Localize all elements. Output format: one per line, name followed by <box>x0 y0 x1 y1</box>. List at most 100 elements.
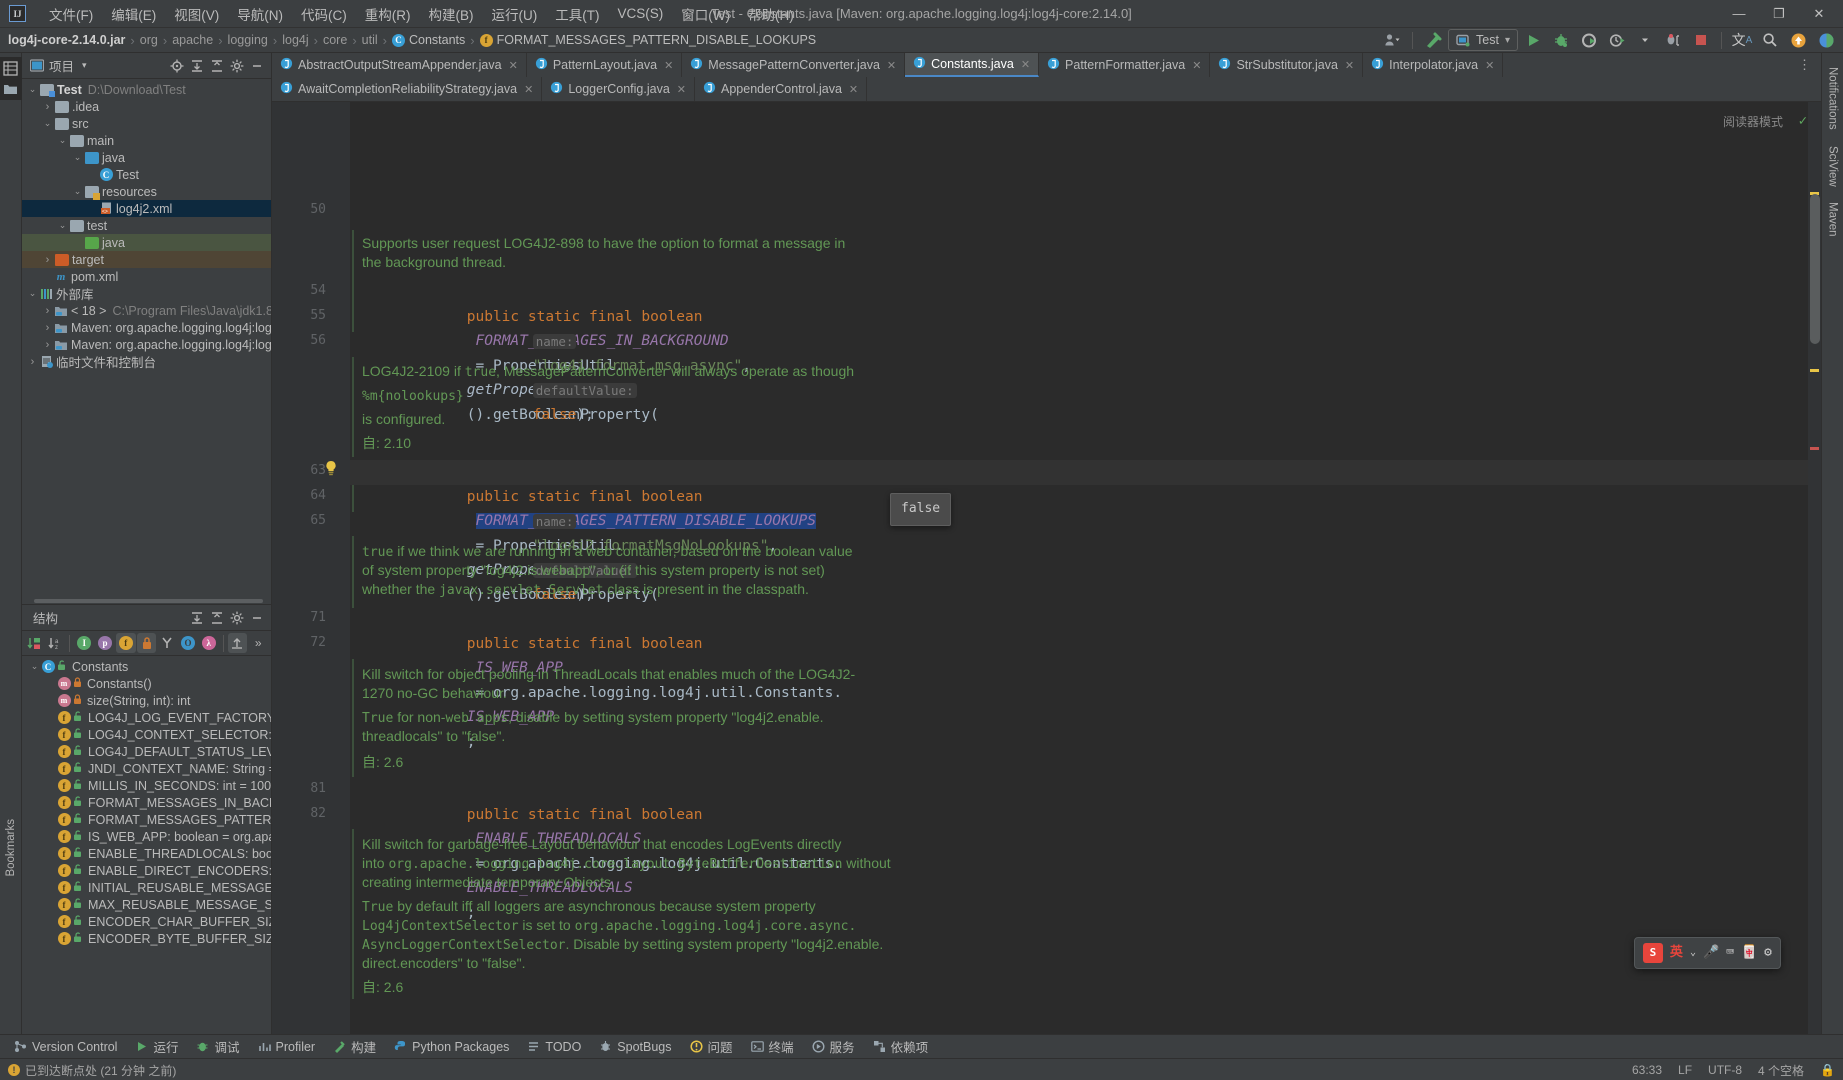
show-non-public-icon[interactable] <box>136 633 157 653</box>
editor-tab[interactable]: Interpolator.java ✕ <box>1363 53 1504 77</box>
chevron-down-icon[interactable]: ⌄ <box>26 288 39 299</box>
structure-tree-row[interactable]: f ENCODER_CHAR_BUFFER_SIZE: int = s <box>22 913 271 930</box>
breadcrumb-org[interactable]: org <box>140 33 158 47</box>
editor-gutter[interactable]: 50 54 55 56 63 64 65 71 72 81 82 <box>272 102 350 1034</box>
update-project-icon[interactable] <box>1785 29 1811 51</box>
show-lambdas-icon[interactable]: λ <box>199 633 219 653</box>
project-view-icon[interactable] <box>3 61 18 76</box>
code-content[interactable]: Supports user request LOG4J2-898 to have… <box>350 102 1821 1034</box>
caret-position[interactable]: 63:33 <box>1632 1063 1662 1077</box>
hide-panel-icon[interactable] <box>247 608 267 628</box>
project-tree-row[interactable]: › < 18 > C:\Program Files\Java\jdk1.8.0_1 <box>22 302 271 319</box>
chevron-right-icon[interactable]: › <box>41 254 54 266</box>
ime-microphone-icon[interactable]: 🎤 <box>1703 941 1719 966</box>
chevron-right-icon[interactable]: › <box>41 322 54 334</box>
close-tab-icon[interactable]: ✕ <box>524 83 533 96</box>
indent-setting[interactable]: 4 个空格 <box>1758 1062 1804 1079</box>
line-separator[interactable]: LF <box>1678 1063 1692 1077</box>
editor-tab[interactable]: AwaitCompletionReliabilityStrategy.java ✕ <box>272 77 543 101</box>
close-tab-icon[interactable]: ✕ <box>509 59 518 72</box>
chevron-down-icon[interactable]: ⌄ <box>56 220 69 231</box>
close-tab-icon[interactable]: ✕ <box>677 83 686 96</box>
close-tab-icon[interactable]: ✕ <box>1345 59 1354 72</box>
menu-view[interactable]: 视图(V) <box>165 1 228 27</box>
structure-tree-row[interactable]: f JNDI_CONTEXT_NAME: String = "java: <box>22 760 271 777</box>
ime-popup[interactable]: S 英 ⌄ 🎤 ⌨ 🀄 ⚙ <box>1633 936 1781 969</box>
project-tree-row[interactable]: ⌄ 外部库 <box>22 285 271 302</box>
tool-window-button[interactable]: Python Packages <box>386 1038 517 1056</box>
collapse-all-icon[interactable] <box>207 56 227 76</box>
run-coverage-button[interactable] <box>1576 29 1602 51</box>
tool-window-button[interactable]: 运行 <box>127 1035 186 1058</box>
editor-tab[interactable]: StrSubstitutor.java ✕ <box>1210 53 1364 77</box>
search-everywhere-icon[interactable] <box>1757 29 1783 51</box>
warning-mark[interactable] <box>1810 369 1819 372</box>
expand-all-icon[interactable] <box>187 608 207 628</box>
breadcrumb-logging[interactable]: logging <box>228 33 268 47</box>
project-tree-row[interactable]: › .idea <box>22 98 271 115</box>
structure-tree-row[interactable]: f LOG4J_LOG_EVENT_FACTORY: String = <box>22 709 271 726</box>
build-hammer-icon[interactable] <box>1420 29 1446 51</box>
minimize-button[interactable]: — <box>1719 1 1759 27</box>
strip-tab-bookmarks[interactable]: Bookmarks <box>2 812 20 884</box>
strip-tab-maven[interactable]: Maven <box>1824 194 1842 245</box>
chevron-down-icon[interactable]: ⌄ <box>26 84 39 95</box>
profiler-button[interactable] <box>1604 29 1630 51</box>
settings-icon[interactable] <box>227 56 247 76</box>
ime-toolbox-icon[interactable]: 🀄 <box>1741 941 1757 966</box>
project-tree-row[interactable]: m pom.xml <box>22 268 271 285</box>
close-tab-icon[interactable]: ✕ <box>1021 58 1030 71</box>
menu-navigate[interactable]: 导航(N) <box>228 1 292 27</box>
close-tab-icon[interactable]: ✕ <box>849 83 858 96</box>
show-properties-icon[interactable]: p <box>95 633 115 653</box>
editor-tab[interactable]: AbstractOutputStreamAppender.java ✕ <box>272 53 527 77</box>
tool-window-button[interactable]: SpotBugs <box>591 1038 679 1056</box>
project-tree-row[interactable]: › target <box>22 251 271 268</box>
run-configuration-selector[interactable]: Test ▾ <box>1448 29 1518 51</box>
menu-window[interactable]: 窗口(W) <box>672 1 739 27</box>
ime-keyboard-icon[interactable]: ⌨ <box>1726 941 1734 966</box>
project-tree-row[interactable]: › Maven: org.apache.logging.log4j:log4j-c <box>22 336 271 353</box>
menu-build[interactable]: 构建(B) <box>420 1 483 27</box>
breadcrumb-log4j[interactable]: log4j <box>282 33 308 47</box>
tool-window-button[interactable]: Profiler <box>250 1038 324 1056</box>
settings-icon[interactable] <box>227 608 247 628</box>
locate-icon[interactable] <box>167 56 187 76</box>
tool-window-button[interactable]: 调试 <box>188 1035 247 1058</box>
project-tree-row[interactable]: ⌄ test <box>22 217 271 234</box>
structure-tree-row[interactable]: f LOG4J_DEFAULT_STATUS_LEVEL: String <box>22 743 271 760</box>
run-button[interactable] <box>1520 29 1546 51</box>
folder-strip-icon[interactable] <box>3 83 18 96</box>
chevron-right-icon[interactable]: › <box>41 339 54 351</box>
show-inherited-icon[interactable]: I <box>74 633 94 653</box>
breadcrumb-apache[interactable]: apache <box>172 33 213 47</box>
lock-icon[interactable]: 🔒 <box>1820 1063 1835 1077</box>
stop-button[interactable] <box>1688 29 1714 51</box>
attach-debugger-icon[interactable] <box>1660 29 1686 51</box>
chevron-right-icon[interactable]: › <box>41 101 54 113</box>
tool-window-button[interactable]: Version Control <box>6 1038 125 1056</box>
editor-tab[interactable]: MessagePatternConverter.java ✕ <box>682 53 906 77</box>
chevron-down-icon[interactable]: ▾ <box>82 60 87 71</box>
tool-window-button[interactable]: 问题 <box>682 1035 741 1058</box>
strip-tab-notifications[interactable]: Notifications <box>1824 59 1842 138</box>
translate-icon[interactable]: 文A <box>1729 29 1755 51</box>
structure-tree-row[interactable]: m Constants() <box>22 675 271 692</box>
collapse-all-icon[interactable] <box>207 608 227 628</box>
menu-file[interactable]: 文件(F) <box>40 1 102 27</box>
expand-all-icon[interactable] <box>187 56 207 76</box>
breadcrumb-core[interactable]: core <box>323 33 347 47</box>
editor-tab[interactable]: PatternFormatter.java ✕ <box>1039 53 1211 77</box>
tool-window-button[interactable]: 依赖项 <box>865 1035 937 1058</box>
structure-tree-row[interactable]: f LOG4J_CONTEXT_SELECTOR: String = <box>22 726 271 743</box>
close-tab-icon[interactable]: ✕ <box>1485 59 1494 72</box>
project-tree-row[interactable]: › Maven: org.apache.logging.log4j:log4j-a <box>22 319 271 336</box>
close-tab-icon[interactable]: ✕ <box>1192 59 1201 72</box>
close-tab-icon[interactable]: ✕ <box>664 59 673 72</box>
show-interfaces-icon[interactable]: O <box>178 633 198 653</box>
menu-help[interactable]: 帮助(H) <box>739 1 803 27</box>
maximize-button[interactable]: ❐ <box>1759 1 1799 27</box>
breadcrumb-class[interactable]: Constants <box>409 33 465 47</box>
menu-run[interactable]: 运行(U) <box>483 1 547 27</box>
sort-by-visibility-icon[interactable] <box>25 633 45 653</box>
